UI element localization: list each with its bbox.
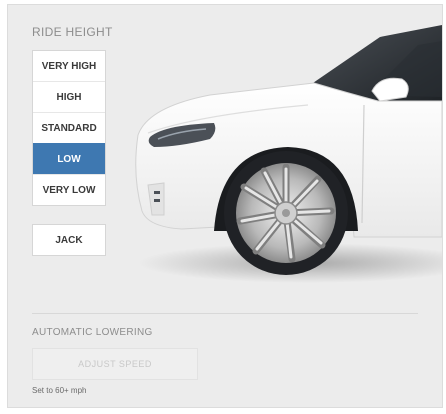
jack-button[interactable]: JACK <box>32 224 106 256</box>
ride-height-high-button[interactable]: HIGH <box>33 81 105 112</box>
ride-height-very-low-button[interactable]: VERY LOW <box>33 174 105 205</box>
automatic-lowering-title: AUTOMATIC LOWERING <box>32 327 153 338</box>
ride-height-low-button[interactable]: LOW <box>33 143 105 174</box>
wheel-center-cap <box>282 209 290 217</box>
ride-height-options: VERY HIGH HIGH STANDARD LOW VERY LOW <box>32 50 106 206</box>
lowering-speed-note: Set to 60+ mph <box>32 386 87 395</box>
section-divider <box>32 313 418 314</box>
ride-height-very-high-button[interactable]: VERY HIGH <box>33 51 105 81</box>
ride-height-panel: RIDE HEIGHT VERY HIGH HIGH STANDARD LOW … <box>7 4 443 408</box>
ride-height-standard-button[interactable]: STANDARD <box>33 112 105 143</box>
adjust-speed-button[interactable]: ADJUST SPEED <box>32 348 198 380</box>
ride-height-title: RIDE HEIGHT <box>32 25 113 39</box>
car-illustration <box>135 25 442 283</box>
bumper-grille-line <box>154 199 160 202</box>
bumper-grille-line <box>154 191 160 194</box>
